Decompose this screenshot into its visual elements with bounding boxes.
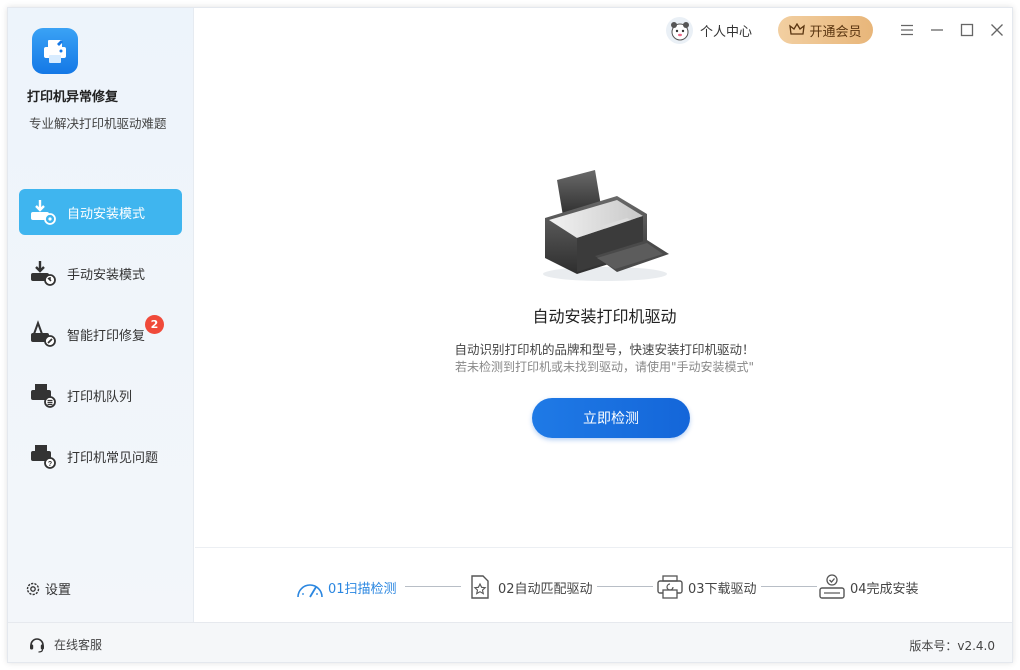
step-connector [405,586,461,587]
page-title: 自动安装打印机驱动 [532,307,677,326]
step-scan: 01扫描检测 [295,573,397,601]
sidebar-item-label: 自动安装模式 [67,206,146,222]
step-label: 04完成安装 [850,581,919,597]
step-label: 02自动匹配驱动 [498,581,593,597]
settings-button[interactable]: 设置 [25,579,71,598]
sidebar-nav: 自动安装模式 手动安装模式 智能打印修复 2 打印机队列 ? 打印机常见问题 [19,189,182,494]
detect-now-button[interactable]: 立即检测 [532,398,690,438]
app-name: 打印机异常修复 [27,90,119,105]
description-secondary: 若未检测到打印机或未找到驱动，请使用"手动安装模式" [454,360,755,374]
sidebar-item-print-repair[interactable]: 智能打印修复 2 [19,311,182,357]
sidebar-item-auto-install[interactable]: 自动安装模式 [19,189,182,235]
sidebar-item-printer-queue[interactable]: 打印机队列 [19,372,182,418]
install-complete-icon [817,573,847,601]
app-subtitle: 专业解决打印机驱动难题 [29,116,167,131]
manual-install-icon [28,258,58,288]
printer-illustration [543,170,669,281]
settings-label: 设置 [45,583,72,598]
main-panel: 自动安装打印机驱动 自动识别打印机的品牌和型号，快速安装打印机驱动！ 若未检测到… [195,8,1012,547]
match-star-icon [465,573,495,601]
sidebar-item-label: 手动安装模式 [67,267,146,283]
app-window: 打印机异常修复 专业解决打印机驱动难题 自动安装模式 手动安装模式 智能打印修复… [7,7,1013,663]
printer-queue-icon [28,380,58,410]
progress-steps: 01扫描检测 02自动匹配驱动 03下载驱动 04完成安装 [195,547,1012,622]
sidebar-item-label: 打印机队列 [67,389,133,405]
app-logo-icon [32,28,78,74]
print-repair-icon [28,319,58,349]
gear-icon [26,582,40,595]
footer: 在线客服 版本号：v2.4.0 [8,622,1012,662]
svg-text:?: ? [48,461,52,468]
step-connector [597,586,653,587]
version-label: 版本号：v2.4.0 [909,639,995,653]
step-download: 03下载驱动 [655,573,757,601]
sidebar-item-label: 智能打印修复 [67,328,146,344]
step-label: 01扫描检测 [328,581,397,597]
download-printer-icon [655,573,685,601]
step-match: 02自动匹配驱动 [465,573,593,601]
auto-install-icon [28,197,58,227]
sidebar-item-printer-faq[interactable]: ? 打印机常见问题 [19,433,182,479]
online-service-button[interactable]: 在线客服 [28,635,102,653]
step-complete: 04完成安装 [817,573,919,601]
step-connector [761,586,817,587]
sidebar: 打印机异常修复 专业解决打印机驱动难题 自动安装模式 手动安装模式 智能打印修复… [8,8,194,622]
sidebar-item-manual-install[interactable]: 手动安装模式 [19,250,182,296]
sidebar-item-label: 打印机常见问题 [67,450,159,466]
headset-icon [30,638,44,653]
scan-gauge-icon [295,573,325,601]
notification-badge: 2 [145,315,164,334]
printer-faq-icon: ? [28,441,58,471]
description-primary: 自动识别打印机的品牌和型号，快速安装打印机驱动！ [454,342,755,357]
online-service-label: 在线客服 [54,637,103,652]
step-label: 03下载驱动 [688,581,757,597]
